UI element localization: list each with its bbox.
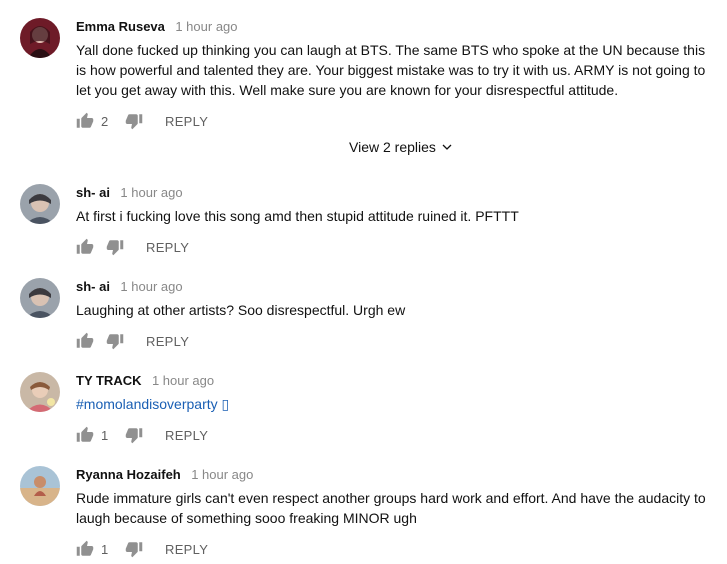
reply-button[interactable]: REPLY (165, 428, 208, 443)
view-replies-label: View 2 replies (349, 139, 436, 155)
avatar[interactable] (20, 466, 60, 506)
avatar[interactable] (20, 372, 60, 412)
like-count: 1 (101, 541, 109, 557)
thumbs-down-icon[interactable] (125, 426, 143, 444)
thumbs-up-icon[interactable] (76, 112, 94, 130)
thumbs-down-icon[interactable] (106, 332, 124, 350)
comment-author[interactable]: sh- ai (76, 185, 110, 200)
comment-text: Rude immature girls can't even respect a… (76, 490, 706, 526)
reply-button[interactable]: REPLY (146, 334, 189, 349)
comment-timestamp[interactable]: 1 hour ago (152, 373, 214, 388)
avatar[interactable] (20, 278, 60, 318)
like-count: 2 (101, 113, 109, 129)
reply-button[interactable]: REPLY (146, 240, 189, 255)
thumbs-up-icon[interactable] (76, 332, 94, 350)
comment-actions: REPLY (76, 235, 189, 259)
comment-author[interactable]: TY TRACK (76, 373, 141, 388)
avatar[interactable] (20, 18, 60, 58)
comment-author[interactable]: Emma Ruseva (76, 19, 165, 34)
comment-timestamp[interactable]: 1 hour ago (120, 185, 182, 200)
comment-text: Yall done fucked up thinking you can lau… (76, 42, 706, 98)
thumbs-down-icon[interactable] (125, 540, 143, 558)
comment-actions: REPLY (76, 329, 189, 353)
comment-timestamp[interactable]: 1 hour ago (175, 19, 237, 34)
avatar[interactable] (20, 184, 60, 224)
thumbs-down-icon[interactable] (125, 112, 143, 130)
comment-actions: 2 REPLY (76, 109, 208, 133)
thumbs-up-icon[interactable] (76, 540, 94, 558)
thumbs-up-icon[interactable] (76, 426, 94, 444)
comment-timestamp[interactable]: 1 hour ago (191, 467, 253, 482)
comment-timestamp[interactable]: 1 hour ago (120, 279, 182, 294)
comment-actions: 1 REPLY (76, 423, 208, 447)
thumbs-up-icon[interactable] (76, 238, 94, 256)
comment-author[interactable]: Ryanna Hozaifeh (76, 467, 181, 482)
comment-hashtag-link[interactable]: #momolandisoverparty ▯ (76, 394, 707, 414)
comment-actions: 1 REPLY (76, 537, 208, 561)
comment-text: At first i fucking love this song amd th… (76, 208, 519, 224)
reply-button[interactable]: REPLY (165, 114, 208, 129)
thumbs-down-icon[interactable] (106, 238, 124, 256)
view-replies-button[interactable]: View 2 replies (349, 139, 453, 155)
like-count: 1 (101, 427, 109, 443)
comment-author[interactable]: sh- ai (76, 279, 110, 294)
reply-button[interactable]: REPLY (165, 542, 208, 557)
chevron-down-icon (442, 144, 452, 150)
comment-text: Laughing at other artists? Soo disrespec… (76, 302, 406, 318)
